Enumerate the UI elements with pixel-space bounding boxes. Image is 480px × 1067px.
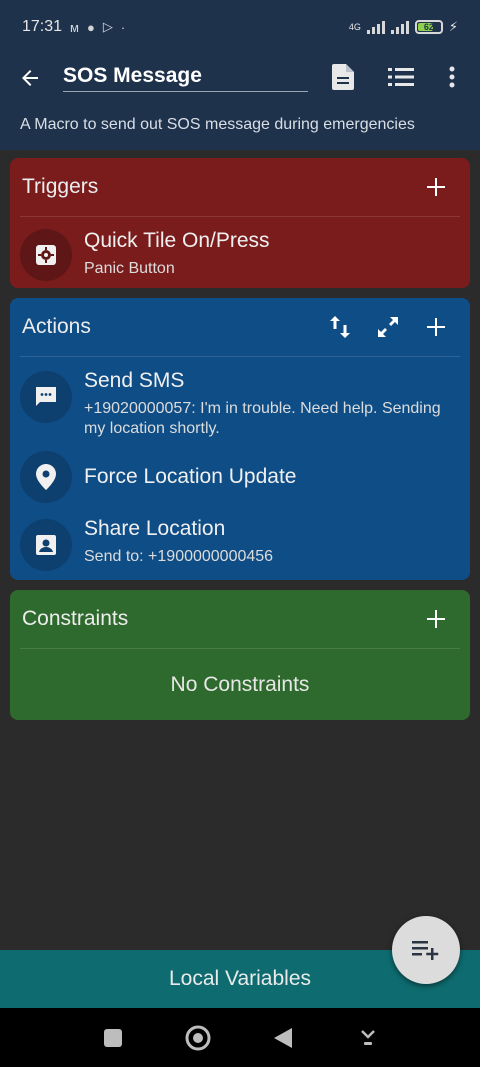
gear-tile-icon xyxy=(20,229,72,281)
reorder-actions-button[interactable] xyxy=(316,307,364,347)
add-variable-fab[interactable] xyxy=(392,916,460,984)
home-button[interactable] xyxy=(178,1018,218,1058)
no-constraints-text: No Constraints xyxy=(170,673,310,696)
square-icon xyxy=(103,1028,122,1047)
triggers-title: Triggers xyxy=(22,175,99,198)
add-action-button[interactable] xyxy=(412,307,460,347)
divider xyxy=(20,648,460,649)
trigger-item[interactable]: Quick Tile On/Press Panic Button xyxy=(10,217,470,287)
circle-icon xyxy=(185,1025,210,1050)
system-nav-bar xyxy=(0,1008,480,1067)
list-icon xyxy=(388,68,414,86)
signal-icon xyxy=(366,20,385,34)
actions-header: Actions xyxy=(10,298,470,356)
sms-icon xyxy=(20,371,72,423)
status-time: 17:31 xyxy=(22,18,63,35)
macro-name-input[interactable]: SOS Message xyxy=(63,62,308,92)
action-title: Force Location Update xyxy=(84,465,297,488)
triangle-back-icon xyxy=(273,1027,292,1048)
battery-icon: 62 xyxy=(414,20,443,34)
document-icon xyxy=(332,64,354,90)
plus-icon xyxy=(427,318,445,336)
action-title: Share Location xyxy=(84,517,226,540)
plus-icon xyxy=(427,610,445,628)
hide-nav-button[interactable] xyxy=(348,1018,388,1058)
status-bar: 17:31 ᴍ ● ▷ · 4G 62 ⚡ xyxy=(0,0,480,54)
constraints-card: Constraints No Constraints xyxy=(10,590,470,720)
more-options-button[interactable] xyxy=(440,63,464,91)
macro-description[interactable]: A Macro to send out SOS message during e… xyxy=(20,116,415,134)
play-notification-icon: ▷ xyxy=(102,19,113,34)
trigger-title: Quick Tile On/Press xyxy=(84,229,270,252)
triggers-card: Triggers Quick Tile On/Press Panic Butto… xyxy=(10,158,470,288)
description-button[interactable] xyxy=(330,63,356,91)
swap-vert-icon xyxy=(330,316,350,338)
add-trigger-button[interactable] xyxy=(412,167,460,207)
app-bar: SOS Message A Macro to send out SOS mess… xyxy=(0,54,480,150)
plus-icon xyxy=(427,178,445,196)
more-vert-icon xyxy=(449,66,455,88)
expand-actions-button[interactable] xyxy=(364,307,412,347)
actions-title: Actions xyxy=(22,315,91,338)
m-notification-icon: ᴍ xyxy=(70,19,79,35)
constraints-header: Constraints xyxy=(10,590,470,648)
triggers-header: Triggers xyxy=(10,158,470,216)
back-button[interactable] xyxy=(16,64,44,92)
charging-icon: ⚡ xyxy=(448,19,458,34)
action-subtitle: +19020000057: I'm in trouble. Need help.… xyxy=(84,400,441,437)
action-title: Send SMS xyxy=(84,369,185,392)
recents-button[interactable] xyxy=(93,1018,133,1058)
add-constraint-button[interactable] xyxy=(412,599,460,639)
arrow-left-icon xyxy=(22,70,38,86)
action-subtitle: Send to: +1900000000456 xyxy=(84,548,274,565)
playlist-add-icon xyxy=(412,941,439,960)
back-nav-button[interactable] xyxy=(263,1018,303,1058)
actions-card: Actions Send SMS +19020000057: I'm in tr… xyxy=(10,298,470,580)
contact-card-icon xyxy=(20,519,72,571)
reddit-notification-icon: ● xyxy=(86,19,95,35)
chevron-down-icon xyxy=(360,1029,375,1045)
action-item-force-location[interactable]: Force Location Update xyxy=(10,449,470,507)
dot-notification-icon: · xyxy=(120,19,126,35)
constraints-title: Constraints xyxy=(22,607,129,630)
signal-2-icon xyxy=(390,20,409,34)
expand-icon xyxy=(378,317,398,337)
action-item-share-location[interactable]: Share Location Send to: +1900000000456 xyxy=(10,507,470,579)
action-item-send-sms[interactable]: Send SMS +19020000057: I'm in trouble. N… xyxy=(10,357,470,449)
trigger-subtitle: Panic Button xyxy=(84,260,175,277)
network-type: 4G xyxy=(348,22,361,32)
location-pin-icon xyxy=(20,451,72,503)
log-list-button[interactable] xyxy=(386,63,416,91)
